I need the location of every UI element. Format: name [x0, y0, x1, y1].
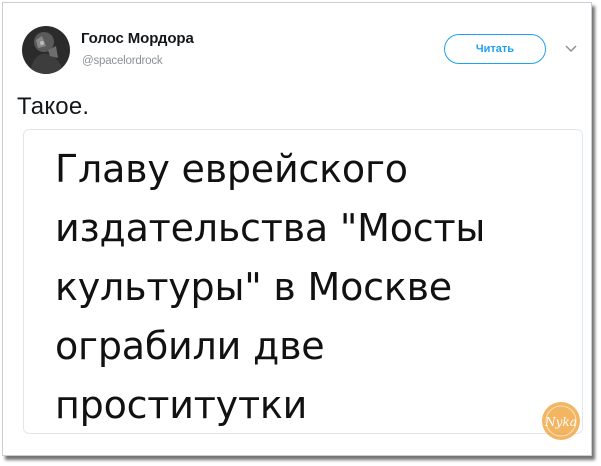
image-text: Главу еврейского издательства "Мосты кул… [55, 140, 486, 433]
chevron-down-icon[interactable] [565, 41, 577, 53]
tweet-screenshot: Голос Мордора @spacelordrock Читать Тако… [2, 2, 592, 456]
image-text-line: культуры" в Москве [55, 265, 452, 309]
tweet-text: Такое. [17, 93, 90, 120]
image-text-line: издательства "Мосты [55, 206, 486, 250]
svg-text:Nyka: Nyka [544, 415, 577, 429]
watermark-logo-icon: Nyka [540, 400, 582, 442]
avatar-image [22, 26, 70, 74]
author-handle[interactable]: @spacelordrock [82, 55, 163, 67]
tweet-image[interactable]: Главу еврейского издательства "Мосты кул… [23, 129, 583, 434]
image-text-line: Главу еврейского [55, 147, 408, 191]
avatar[interactable] [22, 26, 70, 74]
follow-button[interactable]: Читать [444, 34, 546, 64]
image-text-line: проститутки [55, 383, 308, 427]
image-text-line: ограбили две [55, 324, 325, 368]
author-name[interactable]: Голос Мордора [81, 30, 194, 47]
